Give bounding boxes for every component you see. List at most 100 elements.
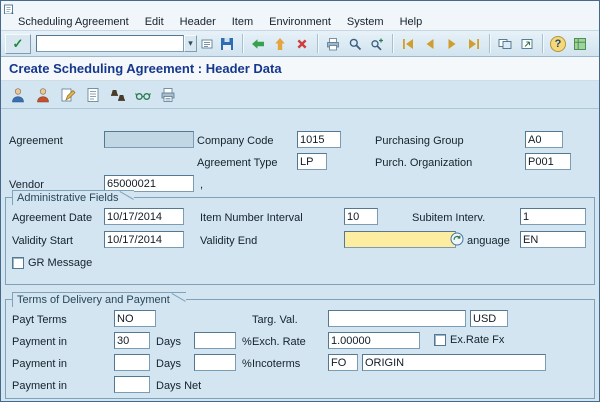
language-field[interactable] [520, 231, 586, 248]
title-bar: Create Scheduling Agreement : Header Dat… [1, 57, 599, 81]
command-field-wrap: ▾ [36, 35, 197, 52]
payment-in-1-label: Payment in [12, 336, 68, 348]
agreement-field[interactable] [104, 131, 194, 148]
administrative-fields-box: Administrative Fields Agreement Date Ite… [5, 190, 595, 285]
agreement-type-field[interactable] [297, 153, 327, 170]
find-next-icon[interactable] [367, 34, 387, 54]
menu-header[interactable]: Header [180, 16, 216, 28]
check-icon: ✓ [12, 36, 24, 51]
payment-1-pct-field[interactable] [194, 332, 236, 349]
partner-icon[interactable] [7, 84, 29, 105]
question-mark: ? [550, 35, 566, 52]
exch-rate-label: Exch. Rate [252, 336, 306, 348]
payment-in-1-field[interactable] [114, 332, 150, 349]
customize-icon[interactable] [570, 34, 590, 54]
prev-page-icon[interactable] [420, 34, 440, 54]
vendor-suffix: , [200, 179, 204, 191]
targ-val-currency-field[interactable] [470, 310, 508, 327]
enter-button[interactable]: ✓ [5, 33, 31, 54]
agreement-date-label: Agreement Date [12, 212, 93, 224]
days-2-label: Days [156, 358, 182, 370]
create-shortcut-icon[interactable] [517, 34, 537, 54]
first-page-icon[interactable] [398, 34, 418, 54]
main-toolbar: ✓ ▾ ? [1, 31, 599, 57]
toolbar-separator [317, 34, 318, 53]
header-details-icon[interactable] [107, 84, 129, 105]
incoterms-label: Incoterms [252, 358, 301, 370]
item-number-interval-field[interactable] [344, 208, 378, 225]
percent-1-label: % [242, 336, 252, 348]
application-toolbar [1, 81, 599, 109]
payt-terms-field[interactable] [114, 310, 156, 327]
exit-icon[interactable] [270, 34, 290, 54]
purchasing-group-field[interactable] [525, 131, 563, 148]
find-icon[interactable] [345, 34, 365, 54]
gr-message-checkbox[interactable] [12, 257, 24, 269]
agreement-date-field[interactable] [104, 208, 184, 225]
command-input[interactable] [36, 35, 184, 52]
language-label: anguage [467, 235, 510, 247]
company-code-label: Company Code [197, 135, 274, 147]
menu-bar: Scheduling Agreement Edit Header Item En… [1, 14, 599, 31]
vendor-icon[interactable] [32, 84, 54, 105]
ex-rate-fx-checkbox[interactable] [434, 334, 446, 346]
payt-terms-label: Payt Terms [12, 314, 67, 326]
texts-icon[interactable] [82, 84, 104, 105]
command-dropdown-icon[interactable]: ▾ [184, 35, 197, 52]
menu-system[interactable]: System [347, 16, 384, 28]
validity-end-field[interactable] [344, 231, 456, 248]
incoterms-field[interactable] [328, 354, 358, 371]
print-preview-icon[interactable] [157, 84, 179, 105]
validity-start-field[interactable] [104, 231, 184, 248]
display-icon[interactable] [132, 84, 154, 105]
menu-scheduling-agreement[interactable]: Scheduling Agreement [18, 16, 129, 28]
purch-organization-label: Purch. Organization [375, 157, 473, 169]
subitem-interval-label: Subitem Interv. [412, 212, 486, 224]
payment-in-2-label: Payment in [12, 358, 68, 370]
terms-box: Terms of Delivery and Payment Payt Terms… [5, 292, 595, 399]
menu-help[interactable]: Help [400, 16, 423, 28]
command-history-icon[interactable] [199, 34, 215, 54]
validity-start-label: Validity Start [12, 235, 73, 247]
purch-organization-field[interactable] [525, 153, 571, 170]
incoterms-desc-field[interactable] [362, 354, 546, 371]
toolbar-separator [489, 34, 490, 53]
print-icon[interactable] [323, 34, 343, 54]
days-1-label: Days [156, 336, 182, 348]
payment-2-pct-field[interactable] [194, 354, 236, 371]
toolbar-separator [392, 34, 393, 53]
subitem-interval-field[interactable] [520, 208, 586, 225]
targ-val-label: Targ. Val. [252, 314, 298, 326]
menu-edit[interactable]: Edit [145, 16, 164, 28]
company-code-field[interactable] [297, 131, 341, 148]
percent-2-label: % [242, 358, 252, 370]
agreement-label: Agreement [9, 135, 63, 147]
window-top-strip [1, 1, 599, 16]
exch-rate-field[interactable] [328, 332, 420, 349]
page-title: Create Scheduling Agreement : Header Dat… [9, 61, 282, 76]
targ-val-field[interactable] [328, 310, 466, 327]
payment-in-2-field[interactable] [114, 354, 150, 371]
menu-item[interactable]: Item [232, 16, 253, 28]
last-page-icon[interactable] [464, 34, 484, 54]
cancel-icon[interactable] [292, 34, 312, 54]
payment-in-3-label: Payment in [12, 380, 68, 392]
item-number-interval-label: Item Number Interval [200, 212, 303, 224]
possible-entries-icon[interactable] [450, 232, 464, 246]
terms-title: Terms of Delivery and Payment [12, 292, 186, 307]
payment-in-3-field[interactable] [114, 376, 150, 393]
days-net-label: Days Net [156, 380, 202, 392]
back-icon[interactable] [248, 34, 268, 54]
save-icon[interactable] [217, 34, 237, 54]
menu-environment[interactable]: Environment [269, 16, 331, 28]
toolbar-separator [242, 34, 243, 53]
next-page-icon[interactable] [442, 34, 462, 54]
change-icon[interactable] [57, 84, 79, 105]
purchasing-group-label: Purchasing Group [375, 135, 464, 147]
help-icon[interactable]: ? [548, 34, 568, 54]
sap-window: Scheduling Agreement Edit Header Item En… [0, 0, 600, 402]
ex-rate-fx-label: Ex.Rate Fx [450, 334, 505, 346]
administrative-fields-title: Administrative Fields [12, 190, 135, 205]
new-session-icon[interactable] [495, 34, 515, 54]
gr-message-label: GR Message [28, 257, 93, 269]
